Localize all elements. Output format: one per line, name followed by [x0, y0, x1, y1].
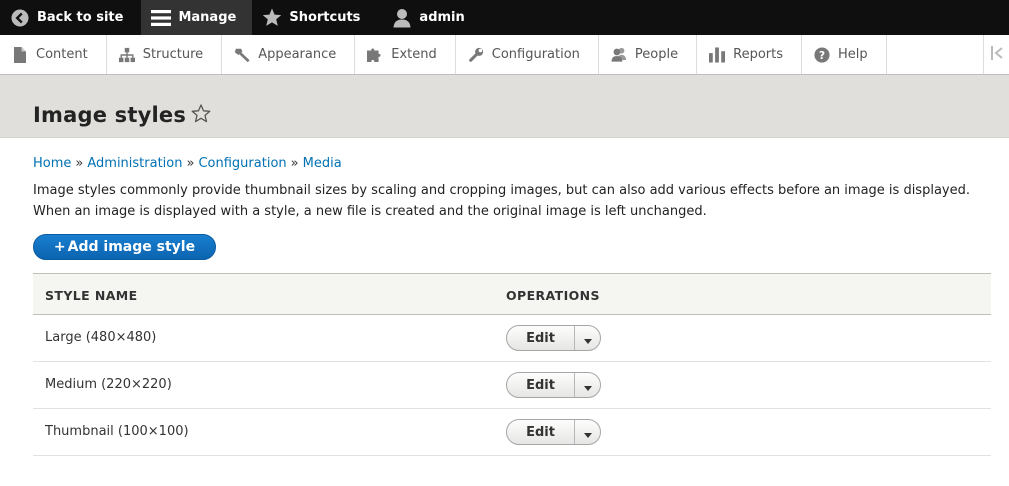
tray-item-label: Appearance: [258, 47, 337, 62]
table-row: Medium (220×220) Edit: [33, 362, 991, 409]
breadcrumb-separator: »: [75, 156, 84, 171]
shortcuts-tab[interactable]: Shortcuts: [252, 0, 378, 35]
help-icon: ?: [814, 46, 830, 64]
admin-menu-tray: Content Structure Appearance Extend Conf…: [0, 35, 1009, 75]
tray-item-configuration[interactable]: Configuration: [456, 35, 599, 74]
add-image-style-button[interactable]: + Add image style: [33, 234, 216, 260]
svg-text:?: ?: [819, 49, 825, 62]
image-styles-table: STYLE NAME OPERATIONS Large (480×480) Ed…: [33, 273, 991, 456]
style-name-cell: Medium (220×220): [45, 377, 172, 392]
breadcrumb-separator: »: [290, 156, 299, 171]
page-title: Image styles: [33, 103, 187, 127]
breadcrumb-separator: »: [186, 156, 195, 171]
plus-icon: +: [53, 239, 66, 255]
page-description: Image styles commonly provide thumbnail …: [33, 180, 993, 222]
breadcrumb-administration[interactable]: Administration: [87, 156, 182, 171]
structure-icon: [118, 46, 135, 64]
description-line: Image styles commonly provide thumbnail …: [33, 183, 970, 198]
style-name-cell: Large (480×480): [45, 330, 157, 345]
back-to-site-link[interactable]: Back to site: [0, 0, 141, 35]
people-icon: [611, 46, 627, 64]
breadcrumb-home[interactable]: Home: [33, 156, 71, 171]
tray-item-people[interactable]: People: [599, 35, 698, 74]
add-image-style-label: Add image style: [67, 239, 196, 255]
column-header-style-name: STYLE NAME: [45, 288, 138, 303]
table-row: Large (480×480) Edit: [33, 315, 991, 362]
wrench-icon: [468, 46, 484, 64]
admin-toolbar: Back to site Manage Shortcuts admin: [0, 0, 1009, 35]
tray-item-label: Structure: [142, 47, 204, 62]
user-tab[interactable]: admin: [378, 0, 474, 35]
operations-dropbutton: Edit: [506, 419, 601, 445]
collapse-arrow-icon: [990, 45, 1003, 64]
tray-item-label: Configuration: [491, 47, 580, 62]
tray-item-label: Extend: [391, 47, 437, 62]
page-header: Image styles: [0, 75, 1009, 138]
paintbrush-icon: [234, 46, 250, 64]
manage-label: Manage: [178, 10, 237, 25]
breadcrumb-configuration[interactable]: Configuration: [198, 156, 286, 171]
tray-item-extend[interactable]: Extend: [355, 35, 456, 74]
tray-item-reports[interactable]: Reports: [697, 35, 802, 74]
tray-item-label: Help: [838, 47, 868, 62]
document-icon: [12, 46, 28, 64]
add-to-shortcuts-star-icon[interactable]: [191, 104, 211, 127]
operations-toggle[interactable]: [575, 326, 600, 350]
shortcuts-label: Shortcuts: [289, 10, 361, 25]
edit-button[interactable]: Edit: [507, 373, 575, 397]
tray-item-help[interactable]: ? Help: [802, 35, 887, 74]
user-icon: [392, 8, 412, 28]
caret-down-icon: [583, 376, 592, 395]
tray-item-content[interactable]: Content: [0, 35, 107, 74]
tray-item-label: Content: [36, 47, 88, 62]
back-arrow-icon: [10, 8, 30, 28]
column-header-operations: OPERATIONS: [506, 288, 600, 303]
user-label: admin: [419, 10, 465, 25]
edit-button[interactable]: Edit: [507, 420, 575, 444]
breadcrumb-media[interactable]: Media: [303, 156, 342, 171]
operations-dropbutton: Edit: [506, 325, 601, 351]
operations-toggle[interactable]: [575, 373, 600, 397]
table-row: Thumbnail (100×100) Edit: [33, 409, 991, 456]
caret-down-icon: [583, 329, 592, 348]
description-line: When an image is displayed with a style,…: [33, 204, 707, 219]
manage-tab[interactable]: Manage: [141, 0, 253, 35]
back-to-site-label: Back to site: [37, 10, 124, 25]
tray-item-label: Reports: [733, 47, 783, 62]
tray-item-structure[interactable]: Structure: [107, 35, 223, 74]
star-icon: [262, 8, 282, 28]
style-name-cell: Thumbnail (100×100): [45, 424, 189, 439]
breadcrumb: Home» Administration» Configuration» Media: [33, 156, 342, 171]
bar-chart-icon: [709, 46, 726, 64]
puzzle-icon: [367, 46, 383, 64]
table-header: STYLE NAME OPERATIONS: [33, 273, 991, 315]
tray-item-appearance[interactable]: Appearance: [222, 35, 356, 74]
tray-item-label: People: [634, 47, 679, 62]
operations-dropbutton: Edit: [506, 372, 601, 398]
edit-button[interactable]: Edit: [507, 326, 575, 350]
tray-orientation-toggle[interactable]: [983, 35, 1009, 74]
hamburger-icon: [151, 8, 172, 28]
caret-down-icon: [583, 423, 592, 442]
operations-toggle[interactable]: [575, 420, 600, 444]
